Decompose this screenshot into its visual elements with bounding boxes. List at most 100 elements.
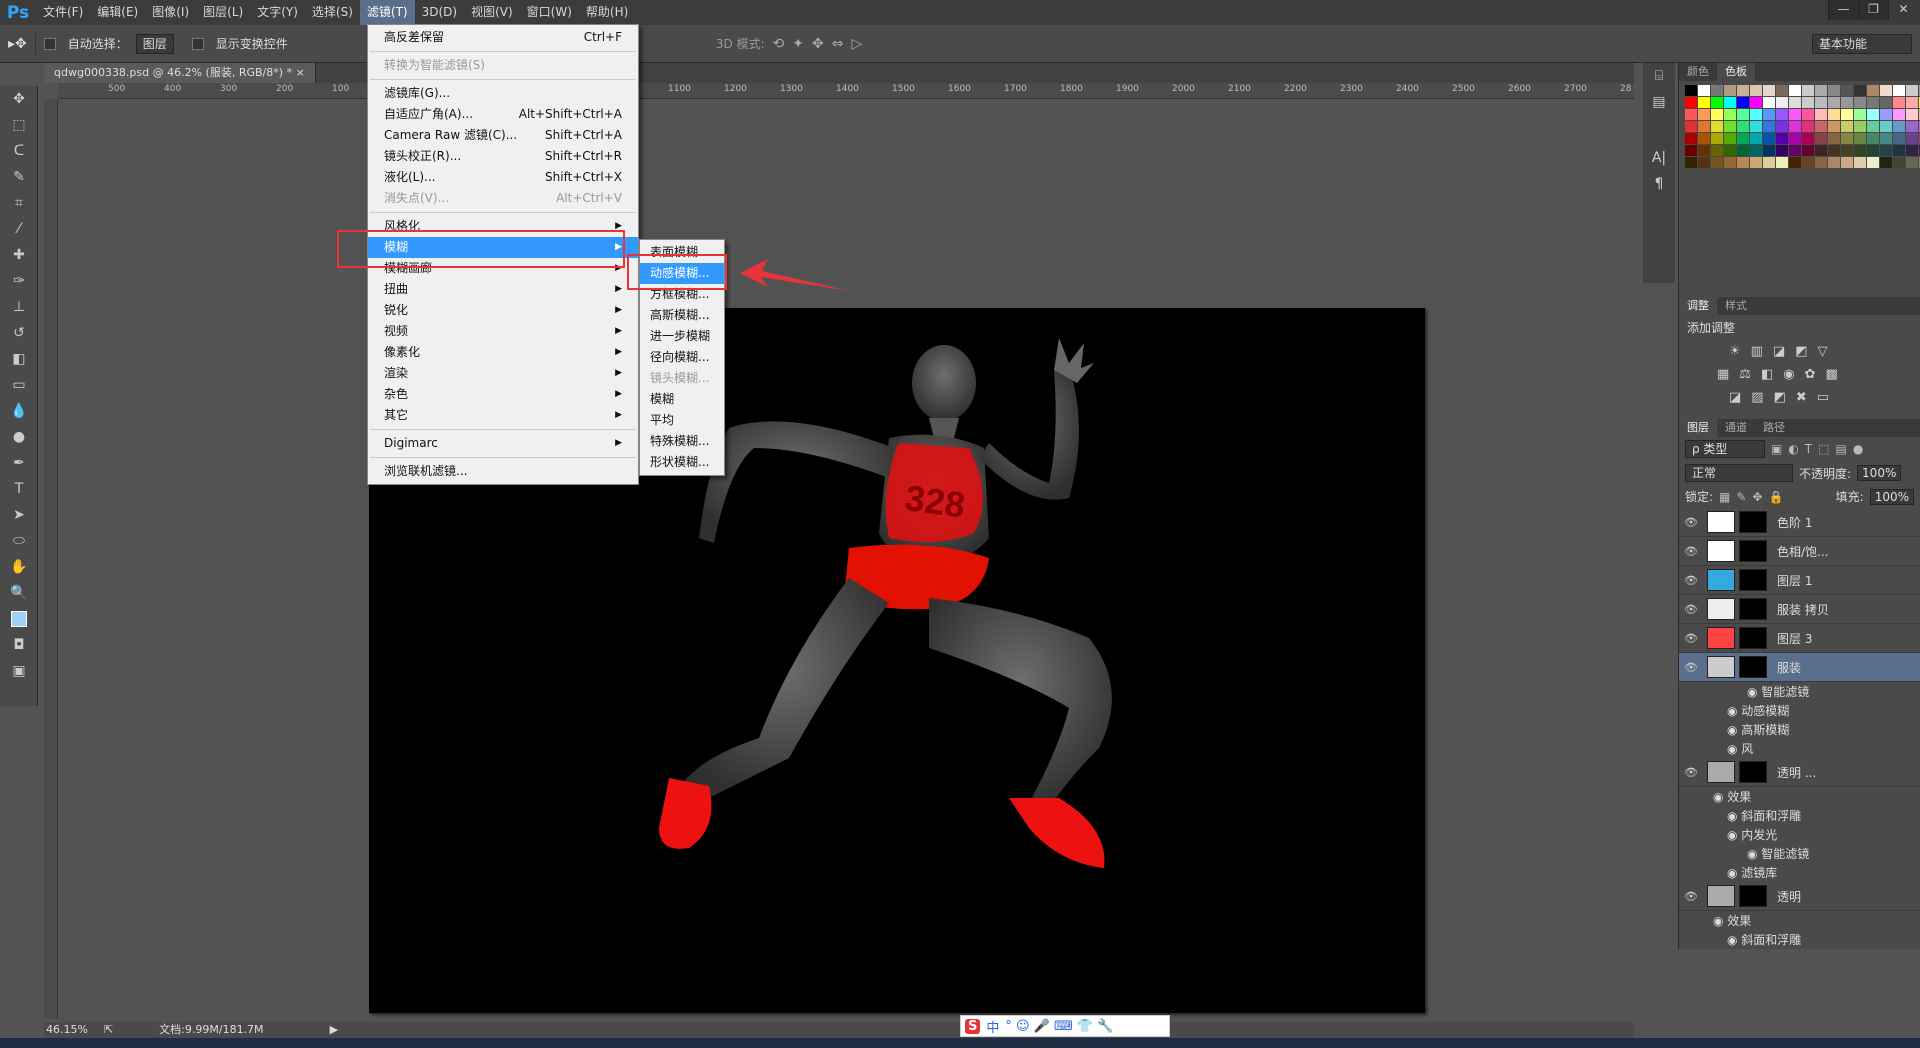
color-swatch[interactable] bbox=[1867, 121, 1879, 132]
crop-tool-icon[interactable]: ⌗ bbox=[0, 190, 38, 216]
minimize-button[interactable]: — bbox=[1828, 0, 1858, 20]
color-swatch[interactable] bbox=[1789, 157, 1801, 168]
tab-color[interactable]: 颜色 bbox=[1679, 63, 1717, 81]
layer-sub-item[interactable]: ◉ 智能滤镜 bbox=[1679, 844, 1920, 863]
menu-item[interactable]: 渲染 ▶ bbox=[368, 363, 638, 384]
color-swatch[interactable] bbox=[1906, 145, 1918, 156]
color-swatch[interactable] bbox=[1763, 157, 1775, 168]
menu-5[interactable]: 选择(S) bbox=[305, 0, 360, 25]
color-swatch[interactable] bbox=[1893, 85, 1905, 96]
color-swatch[interactable] bbox=[1841, 121, 1853, 132]
ime-icons[interactable]: ° ☺ 🎤 ⌨ 👕 🔧 bbox=[1005, 1019, 1113, 1034]
color-swatch[interactable] bbox=[1815, 85, 1827, 96]
color-swatch[interactable] bbox=[1750, 121, 1762, 132]
color-swatch[interactable] bbox=[1685, 109, 1697, 120]
color-swatch[interactable] bbox=[1776, 121, 1788, 132]
color-swatch[interactable] bbox=[1776, 85, 1788, 96]
color-swatch[interactable] bbox=[1698, 97, 1710, 108]
hsl-icon[interactable]: ▦ bbox=[1717, 367, 1729, 382]
visibility-eye-icon[interactable]: 👁 bbox=[1679, 890, 1703, 903]
color-swatch[interactable] bbox=[1880, 121, 1892, 132]
lookup-icon[interactable]: ▩ bbox=[1826, 367, 1838, 382]
color-swatch[interactable] bbox=[1841, 145, 1853, 156]
layer-row[interactable]: 👁 服装 拷贝 bbox=[1679, 595, 1920, 624]
color-swatch[interactable] bbox=[1815, 145, 1827, 156]
layer-row[interactable]: 👁 服装 bbox=[1679, 653, 1920, 682]
status-arrow-icon[interactable]: ▶ bbox=[330, 1022, 338, 1038]
color-swatch[interactable] bbox=[1802, 157, 1814, 168]
menu-item[interactable]: 高反差保留 Ctrl+F bbox=[368, 27, 638, 48]
color-swatch[interactable] bbox=[1815, 133, 1827, 144]
layer-sub-item[interactable]: ◉ 智能滤镜 bbox=[1679, 682, 1920, 701]
document-tab[interactable]: qdwg000338.psd @ 46.2% (服装, RGB/8*) * × bbox=[44, 63, 316, 83]
color-swatch[interactable] bbox=[1815, 121, 1827, 132]
layer-filter-icons[interactable]: ▣◐T⬚▤● bbox=[1771, 442, 1869, 456]
color-swatch[interactable] bbox=[1828, 145, 1840, 156]
ime-lang[interactable]: 中 bbox=[986, 1017, 999, 1036]
color-swatch[interactable] bbox=[1906, 109, 1918, 120]
layer-sub-item[interactable]: ◉ 斜面和浮雕 bbox=[1679, 930, 1920, 949]
tab-paths[interactable]: 路径 bbox=[1755, 419, 1793, 437]
color-swatch[interactable] bbox=[1711, 157, 1723, 168]
color-swatch[interactable] bbox=[1802, 97, 1814, 108]
brightness-icon[interactable]: ☀ bbox=[1729, 344, 1741, 359]
move-tool-icon[interactable]: ▸✥ bbox=[8, 36, 27, 52]
color-swatch[interactable] bbox=[1906, 121, 1918, 132]
layer-name[interactable]: 服装 bbox=[1777, 659, 1801, 676]
color-swatch[interactable] bbox=[1802, 133, 1814, 144]
color-swatch[interactable] bbox=[1841, 97, 1853, 108]
color-swatch[interactable] bbox=[1828, 97, 1840, 108]
layer-row[interactable]: 👁 色相/饱... bbox=[1679, 537, 1920, 566]
layer-sub-item[interactable]: ◉ 内发光 bbox=[1679, 825, 1920, 844]
color-swatch[interactable] bbox=[1737, 85, 1749, 96]
color-swatch[interactable] bbox=[1880, 109, 1892, 120]
color-swatch[interactable] bbox=[1737, 121, 1749, 132]
tab-swatches[interactable]: 色板 bbox=[1717, 63, 1755, 81]
color-swatch[interactable] bbox=[1841, 85, 1853, 96]
color-swatch[interactable] bbox=[1841, 157, 1853, 168]
color-swatch[interactable] bbox=[1789, 133, 1801, 144]
color-swatch[interactable] bbox=[1724, 97, 1736, 108]
quick-mask-icon[interactable]: ◘ bbox=[0, 632, 38, 658]
menu-item[interactable]: 镜头校正(R)... Shift+Ctrl+R bbox=[368, 146, 638, 167]
color-swatch[interactable] bbox=[1893, 145, 1905, 156]
color-swatch[interactable] bbox=[1854, 157, 1866, 168]
color-swatch[interactable] bbox=[1893, 121, 1905, 132]
menu-item[interactable]: 扭曲 ▶ bbox=[368, 279, 638, 300]
color-swatch[interactable] bbox=[1750, 97, 1762, 108]
paragraph-panel-icon[interactable]: ¶ bbox=[1643, 171, 1675, 197]
layer-name[interactable]: 透明 ... bbox=[1777, 764, 1816, 781]
color-swatch[interactable] bbox=[1789, 145, 1801, 156]
menu-3[interactable]: 图层(L) bbox=[196, 0, 250, 25]
color-swatch[interactable] bbox=[1737, 157, 1749, 168]
color-swatch[interactable] bbox=[1711, 121, 1723, 132]
layer-row[interactable]: 👁 色阶 1 bbox=[1679, 508, 1920, 537]
color-swatch[interactable] bbox=[1893, 97, 1905, 108]
color-swatch[interactable] bbox=[1711, 133, 1723, 144]
color-swatch[interactable] bbox=[1893, 109, 1905, 120]
visibility-eye-icon[interactable]: 👁 bbox=[1679, 661, 1703, 674]
color-swatch[interactable] bbox=[1906, 157, 1918, 168]
color-swatch[interactable] bbox=[1893, 157, 1905, 168]
properties-panel-icon[interactable]: ▤ bbox=[1643, 89, 1675, 115]
color-swatch[interactable] bbox=[1685, 133, 1697, 144]
show-transform-checkbox[interactable] bbox=[191, 37, 204, 50]
color-swatch[interactable] bbox=[1763, 145, 1775, 156]
color-swatch[interactable] bbox=[1867, 145, 1879, 156]
color-swatch[interactable] bbox=[1854, 145, 1866, 156]
layer-name[interactable]: 图层 3 bbox=[1777, 630, 1812, 647]
color-swatch[interactable] bbox=[1724, 133, 1736, 144]
shape-tool-icon[interactable]: ⬭ bbox=[0, 528, 38, 554]
layer-sub-item[interactable]: ◉ 效果 bbox=[1679, 911, 1920, 930]
menu-2[interactable]: 图像(I) bbox=[145, 0, 196, 25]
move-tool-icon[interactable]: ✥ bbox=[0, 86, 38, 112]
color-swatch[interactable] bbox=[1867, 133, 1879, 144]
blend-mode-dropdown[interactable]: 正常 bbox=[1685, 464, 1793, 482]
levels-icon[interactable]: ▥ bbox=[1751, 344, 1763, 359]
curves-icon[interactable]: ◪ bbox=[1773, 344, 1785, 359]
color-swatch[interactable] bbox=[1763, 109, 1775, 120]
zoom-level[interactable]: 46.15% bbox=[46, 1022, 88, 1038]
color-swatch[interactable] bbox=[1815, 157, 1827, 168]
gradient-tool-icon[interactable]: ▭ bbox=[0, 372, 38, 398]
color-swatch[interactable] bbox=[1828, 133, 1840, 144]
